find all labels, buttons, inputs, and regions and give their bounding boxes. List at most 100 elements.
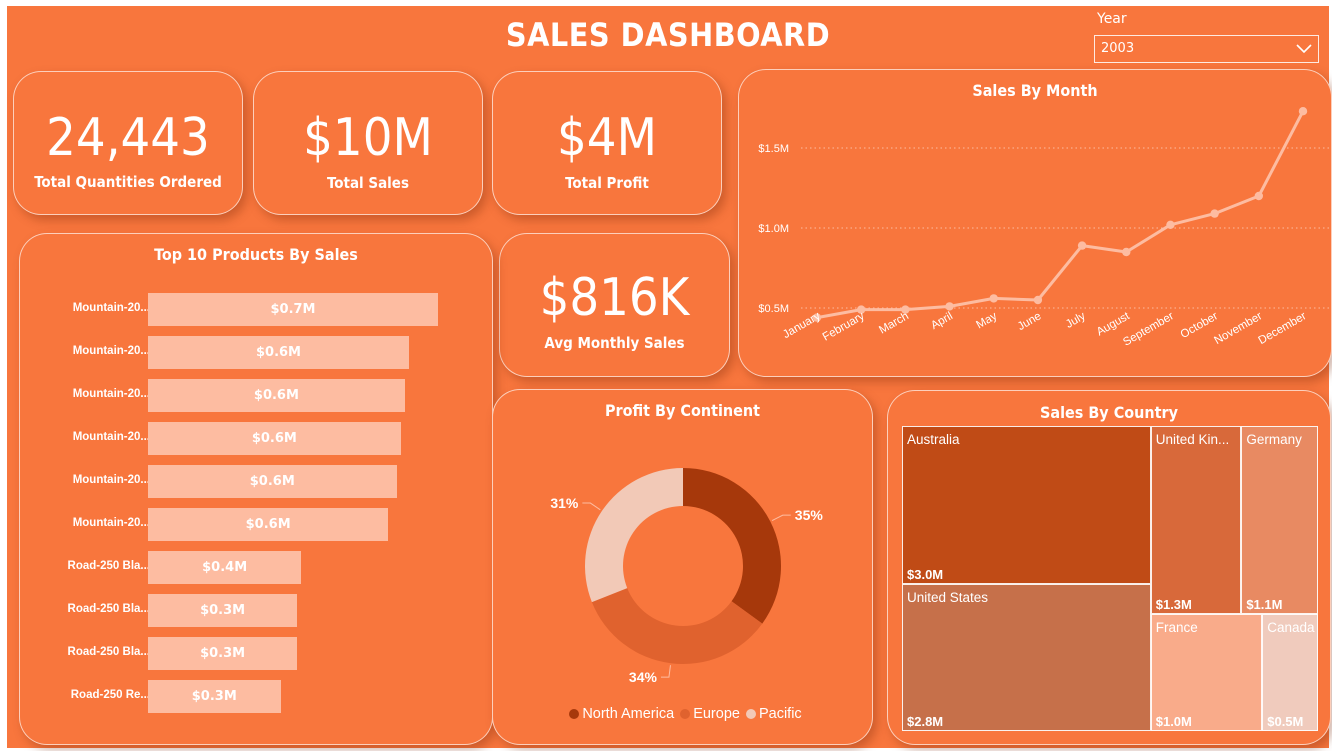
treemap-cell: France $1.0M [1150,613,1263,731]
line-point [1122,247,1131,257]
sales-by-month-card: Sales By Month $0.5M $1.0M $1.5M January Feb… [738,69,1332,377]
donut-slice [585,468,683,603]
line-point [1210,209,1219,218]
treemap-data-label: $2.8M [907,713,944,729]
legend-label: Pacific [758,706,802,722]
kpi-card-profit: $4M Total Profit [492,71,722,215]
treemap-country-label: France [1155,619,1198,635]
legend-swatch [745,709,756,719]
kpi-avg-monthly-label: Avg Monthly Sales [544,334,685,352]
kpi-card-quantities: 24,443 Total Quantities Ordered [13,71,243,215]
treemap-data-label: $1.0M [1155,713,1192,729]
x-tick-label: March [877,310,911,336]
bar-category-label: Mountain-20... [72,474,150,486]
kpi-sales-label: Total Sales [327,174,409,192]
bar-category-label: Mountain-20... [72,431,150,443]
treemap-data-label: $0.5M [1267,713,1304,729]
line-point [1254,191,1264,201]
donut-data-label: 35% [795,507,824,523]
sales-line [816,110,1305,320]
bar-data-label: $0.7M [270,302,316,317]
treemap-country-label: United States [907,589,989,605]
bar-category-label: Road-250 Bla... [67,560,150,572]
donut-data-label: 34% [629,669,658,685]
x-tick-label: November [1212,310,1264,347]
treemap-data-label: $1.3M [1155,596,1192,612]
donut-slice [683,468,781,624]
line-point [1298,107,1308,116]
treemap-cell: United Kin... $1.3M [1150,426,1242,614]
bar-data-label: $0.6M [253,388,299,403]
bar-category-label: Road-250 Re... [70,689,150,701]
legend-label: Europe [693,706,740,722]
profit-by-continent-chart: 35% 34% 31% [550,468,824,685]
bar-category-label: Mountain-20... [72,388,150,400]
donut-leader-line [660,665,671,678]
legend-swatch [569,709,580,719]
profit-by-continent-legend: North America Europe Pacific [493,706,872,722]
year-dropdown-value: 2003 [1101,41,1135,56]
legend-label: North America [582,706,675,722]
treemap-country-label: Germany [1246,432,1302,447]
donut-leader-line [582,502,601,511]
y-tick-label: $0.5M [758,303,789,315]
profit-by-continent-card: Profit By Continent 35% 34% 31% North Amer… [492,389,873,745]
bar-data-label: $0.4M [202,560,248,575]
kpi-profit-value: $4M [557,108,657,168]
treemap-data-label: $3.0M [907,566,944,582]
kpi-sales-value: $10M [303,108,433,168]
bar-data-label: $0.3M [200,646,246,661]
treemap-country-label: United Kin... [1155,432,1230,447]
bar-category-label: Mountain-20... [72,302,150,314]
bar-data-label: $0.6M [255,345,301,360]
bar-category-label: Mountain-20... [72,345,150,357]
line-point [989,294,998,303]
treemap-cell: United States $2.8M [902,583,1151,731]
top-products-bars: Mountain-20... $0.7M Mountain-20... $0.6M Mo… [20,234,494,746]
year-filter-label: Year [1097,11,1127,27]
bar-category-label: Road-250 Bla... [67,603,150,615]
y-tick-label: $1.5M [758,143,789,155]
x-tick-label: May [974,310,999,331]
y-tick-label: $1.0M [758,223,789,235]
bar-data-label: $0.6M [245,517,291,532]
bar-data-label: $0.3M [191,689,237,704]
treemap-country-label: Australia [907,432,960,447]
treemap-country-label: Canada [1267,619,1315,635]
top-products-card: Top 10 Products By Sales Mountain-20... $… [19,233,493,745]
sales-by-country-title: Sales By Country [1039,403,1179,422]
kpi-quantities-value: 24,443 [46,108,210,168]
line-point [1033,295,1043,305]
kpi-profit-label: Total Profit [565,174,649,192]
bar-category-label: Road-250 Bla... [67,646,150,658]
sales-by-country-treemap: Australia $3.0M United States $2.8M United K… [902,426,1318,731]
legend-swatch [680,709,691,719]
bar-category-label: Mountain-20... [72,517,150,529]
x-tick-label: September [1121,310,1176,349]
treemap-data-label: $1.1M [1246,596,1283,612]
kpi-avg-monthly-value: $816K [539,268,690,328]
kpi-card-sales: $10M Total Sales [253,71,483,215]
sales-by-country-card: Sales By Country Australia $3.0M United St… [887,390,1331,745]
bar-data-label: $0.6M [249,474,295,489]
treemap-cell: Australia $3.0M [902,426,1151,584]
sales-by-month-chart: $0.5M$1.0M$1.5MJanuaryFebruary March April… [758,107,1329,349]
donut-data-label: 31% [550,495,579,511]
x-tick-label: July [1064,310,1088,331]
line-point [1166,220,1175,229]
treemap-cell: Canada $0.5M [1262,613,1318,731]
kpi-quantities-label: Total Quantities Ordered [34,173,222,191]
x-tick-label: June [1016,310,1044,333]
bar-data-label: $0.6M [251,431,297,446]
kpi-card-avg-monthly: $816K Avg Monthly Sales [499,233,730,377]
line-point [1077,241,1087,250]
year-dropdown[interactable]: 2003 [1094,35,1319,63]
x-tick-label: April [929,310,955,332]
treemap-cell: Germany $1.1M [1241,426,1318,614]
dashboard-canvas: SALES DASHBOARD Year 2003 24,443 Total Q… [7,6,1332,748]
chevron-down-icon [1296,44,1312,54]
bar-data-label: $0.3M [200,603,246,618]
line-point [945,302,954,311]
donut-leader-line [771,514,791,522]
x-tick-label: December [1257,310,1309,347]
